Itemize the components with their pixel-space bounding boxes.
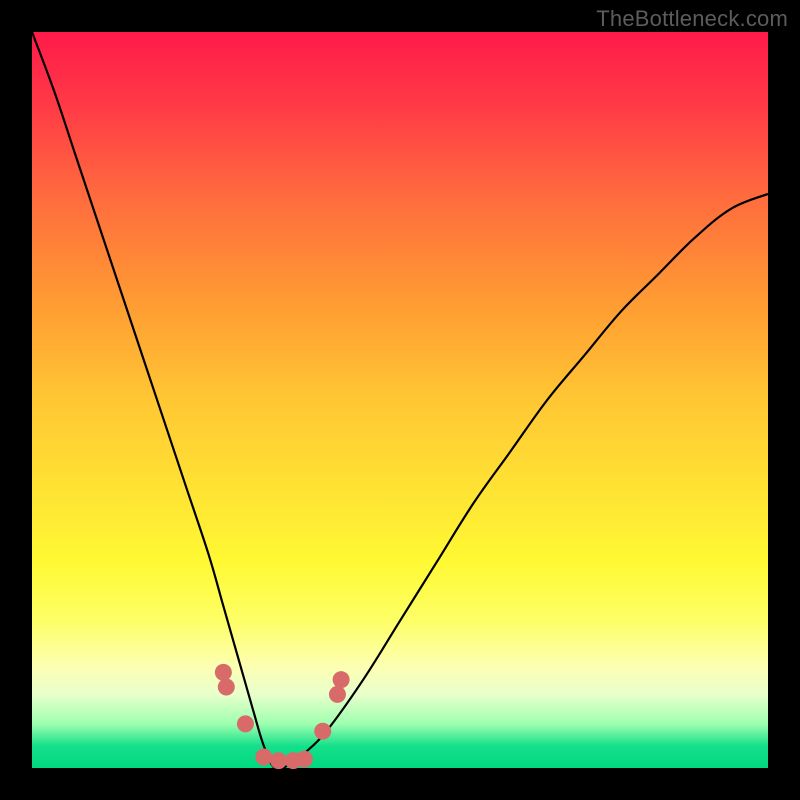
curve-marker [218,679,235,696]
curve-marker [333,671,350,688]
plot-area [32,32,768,768]
watermark-text: TheBottleneck.com [596,6,788,32]
curve-marker [215,664,232,681]
curve-marker [255,748,272,765]
curve-marker [314,723,331,740]
chart-svg [32,32,768,768]
chart-frame: TheBottleneck.com [0,0,800,800]
curve-marker [237,715,254,732]
marker-group [215,664,350,769]
bottleneck-curve [32,32,768,769]
curve-marker [270,752,287,769]
curve-marker [296,751,313,768]
curve-marker [329,686,346,703]
